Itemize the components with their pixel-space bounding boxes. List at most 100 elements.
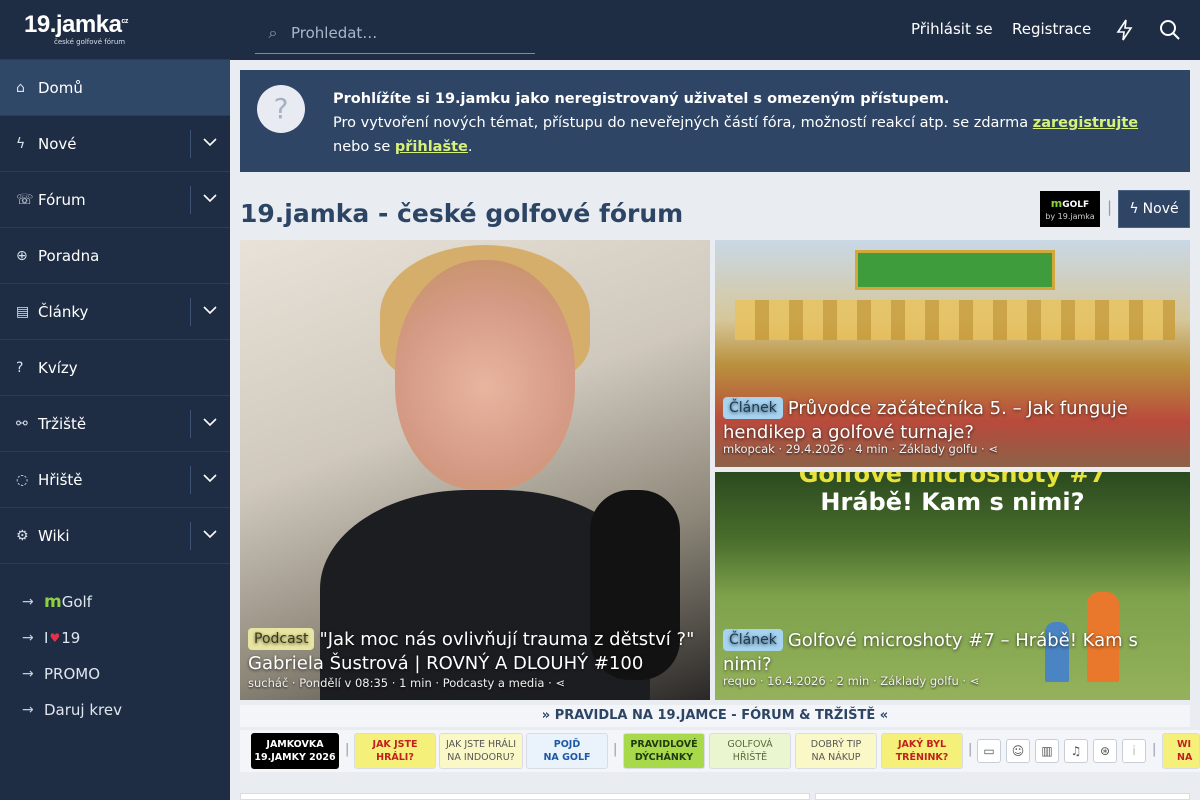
quick-golfova-hriste[interactable]: GOLFOVÁ HŘIŠTĚ [709,733,791,769]
chevron-down-icon[interactable] [202,134,218,150]
document-icon: ▤ [16,303,30,320]
card-date: 16.4.2026 [767,674,826,688]
info-icon[interactable]: i [1122,739,1146,763]
quick-pravidlove[interactable]: PRAVIDLOVÉ DÝCHÁNKY [623,733,705,769]
monitor-icon[interactable]: ▭ [977,739,1001,763]
share-icon[interactable]: ⋖ [970,674,980,688]
card-read-time: 2 min [836,674,870,688]
chevron-down-icon[interactable] [202,414,218,430]
quick-l2: DÝCHÁNKY [634,752,694,763]
quick-l2: NA GOLF [543,752,591,763]
notice-text-middle: nebo se [333,139,395,155]
quick-l1: JAMKOVKA [266,739,324,750]
sidebar-sub-daruj[interactable]: → Daruj krev [0,692,230,728]
bolt-icon[interactable] [1113,18,1137,42]
featured-card-article-a[interactable]: Článek Průvodce začátečníka 5. – Jak fung… [715,240,1190,467]
share-icon[interactable]: ⋖ [988,442,998,456]
quick-jak-jste-hrali[interactable]: JAK JSTE HRÁLI? [354,733,436,769]
chat-icon: ☏ [16,191,34,208]
sidebar-sub-i19[interactable]: → I ♥ 19 [0,620,230,656]
quick-l1: GOLFOVÁ [727,739,773,750]
sidebar-item-new[interactable]: ϟ Nové [0,116,230,172]
card-category[interactable]: Podcasty a media [443,676,545,690]
sidebar-item-poradna[interactable]: ⊕ Poradna [0,228,230,284]
rules-link[interactable]: » PRAVIDLA NA 19.JAMCE - FÓRUM & TRŽIŠTĚ… [240,705,1190,727]
sidebar-item-home[interactable]: ⌂ Domů [0,60,230,116]
title-separator: | [1107,198,1113,216]
quick-l2: HŘIŠTĚ [732,752,768,763]
chevron-down-icon[interactable] [202,190,218,206]
quick-jamkovka[interactable]: JAMKOVKA 19.JAMKY 2026 [251,733,339,769]
quick-l1: PRAVIDLOVÉ [630,739,698,750]
sidebar-item-quizzes[interactable]: ? Kvízy [0,340,230,396]
bolt-icon: ϟ [16,135,26,152]
card-category[interactable]: Základy golfu [899,442,977,456]
new-posts-button[interactable]: ϟ Nové [1118,190,1190,228]
sidebar-item-label: Nové [38,134,77,153]
sidebar-item-label: Fórum [38,190,86,209]
card-author[interactable]: requo [723,674,756,688]
register-link[interactable]: zaregistrujte [1033,115,1138,131]
login-link[interactable]: přihlašte [395,139,468,155]
badge-golf: GOLF [1062,200,1090,210]
featured-card-podcast[interactable]: Podcast "Jak moc nás ovlivňují trauma z d… [240,240,710,700]
promo-label: PROMO [44,665,101,683]
music-icon[interactable]: ♫ [1064,739,1088,763]
i19-i: I [44,629,49,647]
badge-m: m [1050,197,1063,210]
book-icon[interactable]: ▥ [1035,739,1059,763]
quick-links-bar: JAMKOVKA 19.JAMKY 2026 | JAK JSTE HRÁLI? J… [240,730,1200,772]
sidebar-item-label: Kvízy [38,358,78,377]
sidebar-item-wiki[interactable]: ⚙ Wiki [0,508,230,564]
search-input[interactable] [291,23,521,42]
quick-jaky-byl-trenink[interactable]: JAKÝ BYL TRÉNINK? [881,733,963,769]
quick-wi[interactable]: WI NA [1162,733,1200,769]
quick-l2: HRÁLI? [376,752,414,763]
i19-num: 19 [61,629,81,647]
register-link[interactable]: Registrace [1012,20,1091,38]
share-icon[interactable]: ⋖ [555,676,565,690]
sidebar-sub-promo[interactable]: → PROMO [0,656,230,692]
card-title[interactable]: Golfové microshoty #7 – Hrábě! Kam s nim… [723,630,1138,675]
card-date: 29.4.2026 [785,442,845,456]
card-author[interactable]: sucháč [248,676,288,690]
sidebar-item-label: Tržiště [38,414,87,433]
search-icon: ⌕ [268,22,278,42]
login-link[interactable]: Přihlásit se [911,20,993,38]
sidebar-sub-mgolf[interactable]: → m Golf [0,584,230,620]
sidebar-item-label: Poradna [38,246,100,265]
car-icon[interactable]: ⊛ [1093,739,1117,763]
sidebar: 19.jamkacz české golfové fórum ⌂ Domů ϟ … [0,0,230,800]
quick-indoor[interactable]: JAK JSTE HRÁLI NA INDOORU? [439,733,523,769]
featured-card-article-b[interactable]: Golfové microshoty #7 Hrábě! Kam s nimi?… [715,472,1190,700]
sidebar-item-market[interactable]: ⚯ Tržiště [0,396,230,452]
photo-frame [855,250,1055,290]
quick-dobry-tip[interactable]: DOBRÝ TIP NA NÁKUP [795,733,877,769]
card-title[interactable]: "Jak moc nás ovlivňují trauma z dětství … [248,629,694,674]
sidebar-item-courses[interactable]: ◌ Hřiště [0,452,230,508]
chevron-down-icon[interactable] [202,302,218,318]
quick-pojd-na-golf[interactable]: POJĎ NA GOLF [526,733,608,769]
mgolf-badge[interactable]: mGOLF by 19.jamka [1040,191,1100,227]
quick-l1: JAK JSTE [372,739,418,750]
card-meta: sucháč · Pondělí v 08:35 · 1 min · Podca… [248,676,566,690]
tag-article[interactable]: Článek [723,397,783,419]
card-author[interactable]: mkopcak [723,442,775,456]
notice-text-after: . [467,139,473,155]
site-logo[interactable]: 19.jamkacz české golfové fórum [0,0,230,60]
chevron-down-icon[interactable] [202,470,218,486]
chevron-down-icon[interactable] [202,526,218,542]
card-title[interactable]: Průvodce začátečníka 5. – Jak funguje he… [723,398,1128,443]
sidebar-item-forum[interactable]: ☏ Fórum [0,172,230,228]
notice-text-before: Pro vytvoření nových témat, přístupu do … [333,115,1033,131]
tag-article[interactable]: Článek [723,629,783,651]
sidebar-item-articles[interactable]: ▤ Články [0,284,230,340]
new-posts-label: Nové [1142,201,1179,217]
card-category[interactable]: Základy golfu [880,674,958,688]
quick-l1: JAKÝ BYL [897,739,947,750]
bolt-icon: ϟ [1129,201,1139,217]
search-box[interactable]: ⌕ [255,12,535,54]
search-icon[interactable] [1158,18,1182,42]
tag-podcast[interactable]: Podcast [248,628,315,650]
smile-icon[interactable]: ☺ [1006,739,1030,763]
